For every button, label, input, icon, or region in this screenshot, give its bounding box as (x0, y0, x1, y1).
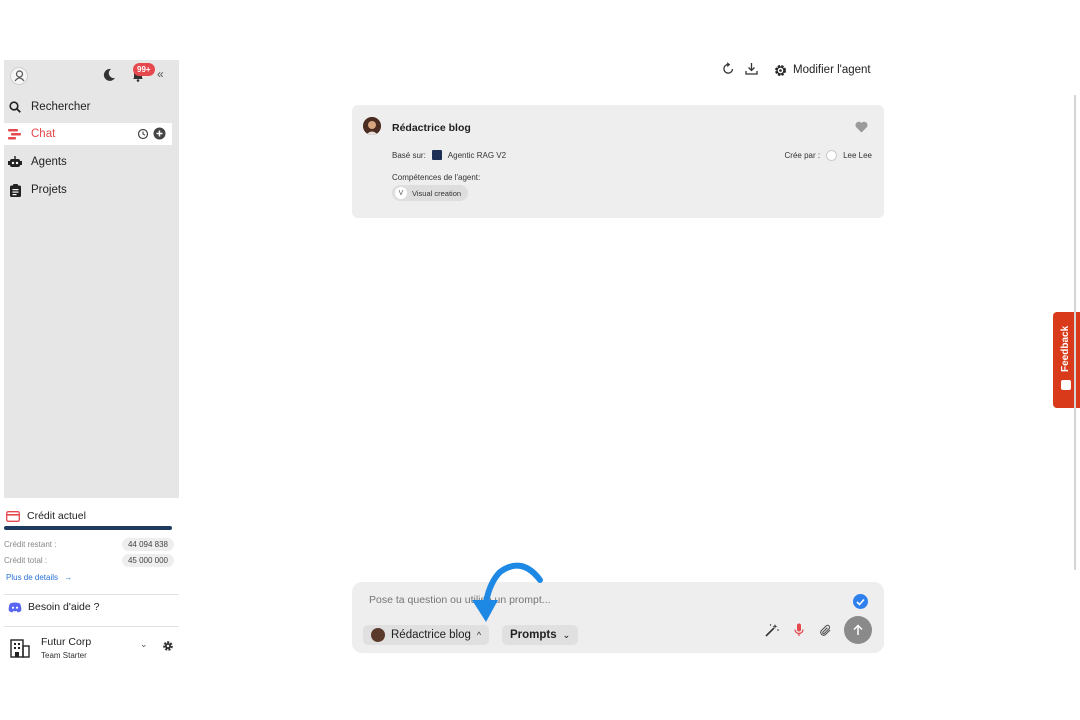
credit-remaining-label: Crédit restant : (4, 540, 57, 549)
download-icon[interactable] (745, 62, 758, 78)
skill-chip: V Visual creation (392, 185, 469, 201)
agent-based-on: Basé sur: Agentic RAG V2 (392, 150, 506, 160)
created-by-label: Crée par : (784, 151, 821, 160)
microphone-icon[interactable] (794, 623, 804, 642)
sidebar-item-chat[interactable]: Chat (4, 123, 172, 145)
agent-avatar (363, 117, 381, 135)
annotation-arrow-icon (472, 562, 543, 622)
credit-total-label: Crédit total : (4, 556, 48, 565)
sidebar-item-label: Projets (31, 184, 67, 196)
feedback-label: Feedback (1060, 325, 1071, 372)
arrow-up-icon (853, 624, 863, 635)
scrollbar[interactable] (1074, 95, 1076, 570)
check-icon[interactable] (853, 594, 868, 609)
clipboard-icon (8, 183, 22, 197)
modify-agent-button[interactable]: Modifier l'agent (774, 64, 871, 77)
sidebar-item-label: Chat (31, 128, 56, 140)
help-link[interactable]: Besoin d'aide ? (8, 601, 99, 613)
agent-created-by: Crée par : Lee Lee (784, 150, 872, 161)
based-on-value: Agentic RAG V2 (447, 150, 507, 160)
divider (4, 594, 179, 595)
prompts-label: Prompts (510, 629, 557, 641)
creator-avatar (826, 150, 838, 161)
sidebar-item-label: Agents (31, 156, 67, 168)
magic-wand-icon[interactable] (765, 623, 779, 642)
credit-remaining-row: Crédit restant : 44 094 838 (4, 538, 174, 551)
organization-selector[interactable]: Futur Corp Team Starter ⌄ (8, 634, 176, 660)
credit-card-icon (6, 510, 20, 522)
organization-plan: Team Starter (41, 651, 87, 660)
chevron-down-icon[interactable]: ⌄ (140, 639, 148, 650)
user-avatar[interactable] (10, 67, 28, 85)
search-icon (8, 100, 22, 114)
organization-name: Futur Corp (41, 636, 92, 648)
sidebar-item-agents[interactable]: Agents (4, 151, 172, 173)
skill-initial: V (395, 187, 407, 199)
message-input[interactable] (369, 594, 829, 606)
sidebar-footer: Crédit actuel Crédit restant : 44 094 83… (4, 498, 179, 660)
agent-selector[interactable]: Rédactrice blog ^ (363, 625, 490, 645)
reset-icon[interactable] (722, 62, 735, 78)
feedback-icon (1061, 380, 1071, 390)
agent-selector-label: Rédactrice blog (391, 629, 471, 641)
sidebar: 99+ « Rechercher Chat Agents Projets Cré… (4, 60, 179, 660)
send-button[interactable] (844, 616, 872, 644)
chevron-up-icon: ^ (476, 630, 482, 640)
paperclip-icon[interactable] (819, 624, 832, 642)
sidebar-item-projects[interactable]: Projets (4, 179, 172, 201)
sidebar-header: 99+ « (4, 60, 179, 90)
arrow-right-icon: → (64, 573, 73, 582)
agent-title: Rédactrice blog (392, 122, 471, 134)
gear-icon (774, 64, 787, 77)
discord-icon (8, 602, 22, 613)
theme-toggle-icon[interactable] (102, 68, 116, 87)
new-chat-icon[interactable] (153, 127, 166, 143)
based-on-label: Basé sur: (392, 150, 426, 160)
credit-total-row: Crédit total : 45 000 000 (4, 554, 174, 567)
prompts-selector[interactable]: Prompts ⌄ (502, 625, 579, 645)
heart-icon[interactable] (855, 120, 868, 138)
created-by-value: Lee Lee (843, 151, 872, 160)
agent-avatar (371, 628, 385, 642)
chat-toolbar: Modifier l'agent (722, 62, 871, 78)
gear-icon[interactable] (162, 639, 174, 657)
chevron-down-icon: ⌄ (562, 629, 571, 640)
robot-icon (8, 155, 22, 169)
credit-progress-bar (4, 526, 172, 530)
history-icon[interactable] (137, 128, 149, 143)
skills-label: Compétences de l'agent: (392, 173, 481, 182)
skill-label: Visual creation (412, 188, 462, 198)
sidebar-item-label: Rechercher (31, 101, 91, 113)
credit-total-value: 45 000 000 (121, 554, 174, 567)
chat-actions (137, 127, 166, 143)
notification-badge: 99+ (133, 63, 155, 76)
divider (4, 626, 179, 627)
model-icon (431, 150, 442, 160)
credit-title: Crédit actuel (6, 510, 86, 522)
agent-info-card: Rédactrice blog Basé sur: Agentic RAG V2… (352, 105, 884, 218)
credit-details-link[interactable]: Plus de details → (6, 573, 72, 582)
composer-tools (765, 623, 832, 642)
chat-icon (8, 127, 22, 141)
credit-remaining-value: 44 094 838 (121, 538, 174, 551)
message-composer: Rédactrice blog ^ Prompts ⌄ (352, 582, 884, 653)
collapse-sidebar-icon[interactable]: « (157, 67, 164, 81)
building-icon (10, 638, 30, 663)
sidebar-item-search[interactable]: Rechercher (4, 96, 172, 118)
